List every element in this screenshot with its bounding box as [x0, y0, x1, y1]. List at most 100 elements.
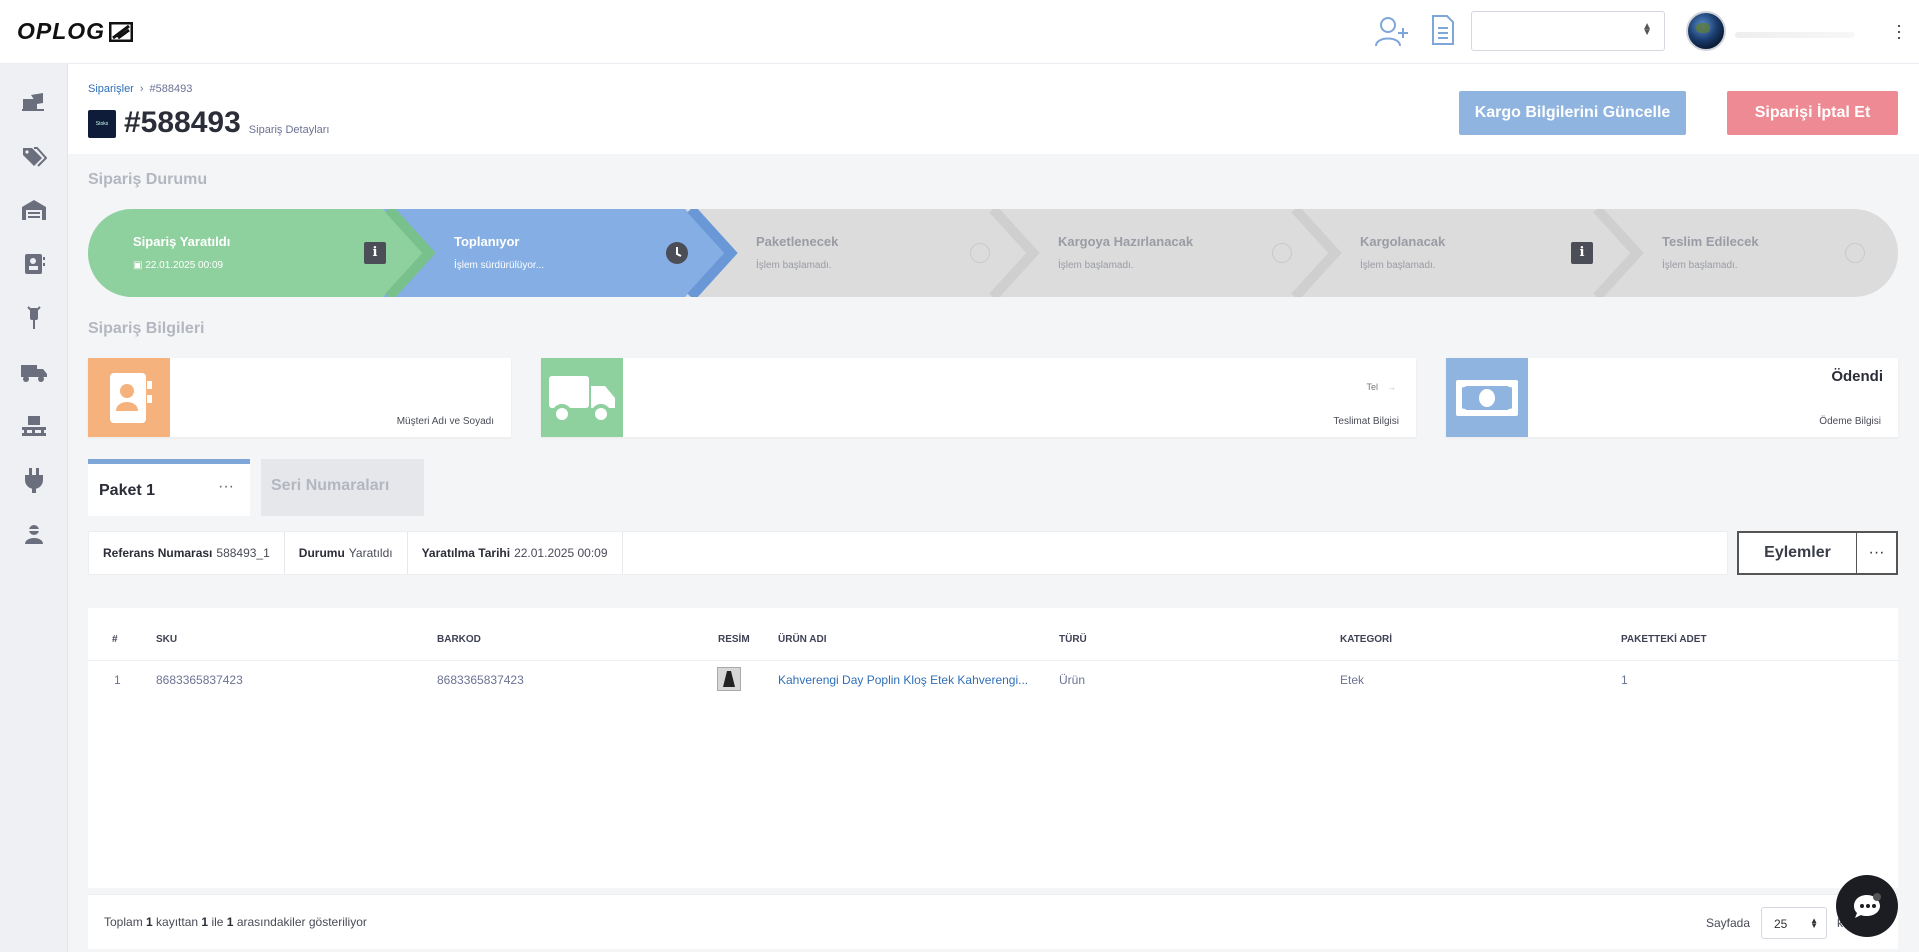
column-header-sku[interactable]: SKU: [156, 634, 177, 645]
row-sku: 8683365837423: [156, 673, 243, 687]
more-actions-icon[interactable]: ···: [1857, 533, 1896, 573]
orders-icon[interactable]: [20, 88, 48, 116]
status-label: Durumu: [298, 546, 345, 560]
table-footer: Toplam 1 kayıttan 1 ile 1 arasındakiler …: [88, 894, 1898, 949]
breadcrumb-orders-link[interactable]: Siparişler: [88, 83, 134, 95]
step-title: Teslim Edilecek: [1662, 234, 1759, 249]
items-table: # SKU BARKOD RESİM ÜRÜN ADI TÜRÜ KATEGOR…: [88, 608, 1898, 888]
pending-circle-icon: [970, 243, 990, 263]
info-icon[interactable]: i: [1571, 242, 1593, 264]
payment-card-label: Ödeme Bilgisi: [1819, 416, 1881, 427]
tab-package-1[interactable]: Paket 1 ···: [88, 459, 250, 516]
payment-status: Ödendi: [1831, 368, 1883, 385]
select-arrows-icon: ▲ ▼: [1810, 916, 1818, 930]
product-thumbnail[interactable]: [717, 667, 741, 691]
plug-icon[interactable]: [20, 466, 48, 494]
warehouse-icon[interactable]: [20, 196, 48, 224]
step-title: Sipariş Yaratıldı: [133, 234, 231, 249]
stepper-background: [88, 209, 1644, 297]
clock-icon: [666, 242, 688, 264]
phone-label: Tel: [1366, 382, 1378, 392]
user-icon[interactable]: [20, 520, 48, 548]
page-title: Stoks #588493 Sipariş Detayları: [88, 108, 330, 138]
breadcrumb-separator: ›: [139, 83, 144, 95]
tab-serial-numbers[interactable]: Seri Numaraları: [261, 459, 424, 516]
column-header-product-name[interactable]: ÜRÜN ADI: [778, 634, 827, 645]
row-barcode: 8683365837423: [437, 673, 524, 687]
product-icon[interactable]: [20, 304, 48, 332]
page-size-label: Sayfada: [1706, 916, 1751, 930]
row-category: Etek: [1340, 673, 1365, 687]
pending-circle-icon: [1272, 243, 1292, 263]
reference-label: Referans Numarası: [103, 546, 213, 560]
shipping-card-label: Teslimat Bilgisi: [1333, 416, 1399, 427]
step-subtitle: İşlem başlamadı.: [1058, 260, 1134, 271]
oplog-logo[interactable]: OPLOG: [17, 18, 134, 45]
avatar[interactable]: [1686, 11, 1726, 51]
breadcrumb-current: #588493: [149, 83, 193, 95]
step-title: Kargoya Hazırlanacak: [1058, 234, 1194, 249]
step-title: Toplanıyor: [454, 234, 520, 249]
cancel-order-button[interactable]: Siparişi İptal Et: [1727, 91, 1898, 135]
summary-text: ile: [208, 915, 227, 929]
store-logo-text: Stoks: [95, 121, 109, 127]
record-summary: Toplam 1 kayıttan 1 ile 1 arasındakiler …: [104, 915, 367, 929]
order-status-title: Sipariş Durumu: [88, 171, 208, 188]
created-date-value: 22.01.2025 00:09: [514, 546, 608, 560]
package-status: Durumu Yaratıldı: [285, 532, 408, 574]
summary-total: 1: [146, 915, 153, 929]
step-subtitle: İşlem sürdürülüyor...: [454, 260, 545, 271]
contacts-icon[interactable]: [20, 250, 48, 278]
page-size-select[interactable]: 25 ▲ ▼: [1761, 907, 1827, 939]
step-subtitle: İşlem başlamadı.: [1662, 260, 1738, 271]
arrow-icon: →: [1387, 382, 1396, 392]
row-index: 1: [114, 673, 121, 687]
step-subtitle: İşlem başlamadı.: [1360, 260, 1436, 271]
summary-text: kayıttan: [152, 915, 202, 929]
actions-button-group: Eylemler ···: [1737, 531, 1898, 575]
select-arrows-icon: ▲ ▼: [1642, 21, 1652, 38]
update-cargo-button[interactable]: Kargo Bilgilerini Güncelle: [1459, 91, 1686, 135]
package-info-bar: Referans Numarası 588493_1 Durumu Yaratıld…: [88, 531, 1728, 575]
column-header-category[interactable]: KATEGORİ: [1340, 634, 1392, 645]
truck-large-icon: [541, 358, 623, 437]
truck-icon[interactable]: [20, 358, 48, 386]
pallet-icon[interactable]: [20, 412, 48, 440]
chat-button[interactable]: [1836, 875, 1898, 937]
document-icon[interactable]: [1431, 14, 1455, 51]
column-header-qty[interactable]: PAKETTEKİ ADET: [1621, 634, 1707, 645]
add-user-icon[interactable]: [1373, 14, 1411, 53]
reference-value: 588493_1: [216, 546, 270, 560]
column-header-barcode[interactable]: BARKOD: [437, 634, 481, 645]
shipping-card: Tel → Teslimat Bilgisi: [541, 358, 1416, 437]
main-content: Siparişler › #588493 Stoks #588493 Sipar…: [68, 64, 1919, 952]
created-date: Yaratılma Tarihi 22.01.2025 00:09: [408, 532, 623, 574]
row-qty: 1: [1621, 673, 1628, 687]
column-header-type[interactable]: TÜRÜ: [1059, 634, 1087, 645]
product-name-link[interactable]: Kahverengi Day Poplin Kloş Etek Kahveren…: [778, 673, 1028, 687]
created-date-label: Yaratılma Tarihi: [421, 546, 511, 560]
breadcrumb: Siparişler › #588493: [88, 83, 192, 95]
kebab-menu-icon[interactable]: · · ·: [1896, 16, 1902, 46]
logo-mark-icon: [109, 21, 134, 42]
step-subtitle: ▣ 22.01.2025 00:09: [133, 260, 223, 271]
tab-menu-icon[interactable]: ···: [218, 478, 234, 496]
pending-circle-icon: [1845, 243, 1865, 263]
order-number: #588493: [124, 106, 241, 139]
store-logo: Stoks: [88, 110, 116, 138]
order-status-stepper: Sipariş Yaratıldı ▣ 22.01.2025 00:09 i T…: [88, 209, 1898, 297]
actions-button[interactable]: Eylemler: [1739, 533, 1857, 573]
company-select[interactable]: ▲ ▼: [1471, 11, 1665, 51]
top-bar: OPLOG ▲ ▼ · · ·: [0, 0, 1919, 64]
user-name[interactable]: [1735, 32, 1855, 38]
tags-icon[interactable]: [20, 142, 48, 170]
page-header: Siparişler › #588493 Stoks #588493 Sipar…: [68, 64, 1919, 154]
tab-label: Paket 1: [99, 482, 156, 499]
summary-text: arasındakiler gösteriliyor: [233, 915, 367, 929]
info-icon[interactable]: i: [364, 242, 386, 264]
sidebar: [0, 64, 68, 952]
step-date: 22.01.2025 00:09: [145, 260, 224, 271]
column-header-image: RESİM: [718, 634, 750, 645]
logo-text: OPLOG: [17, 18, 106, 44]
row-type: Ürün: [1059, 673, 1086, 687]
